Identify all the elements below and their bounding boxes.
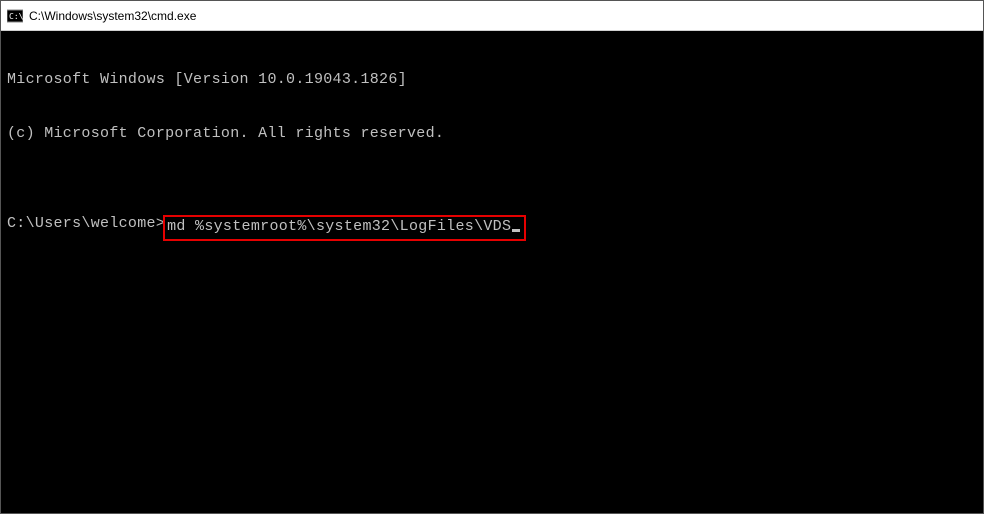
command-highlight: md %systemroot%\system32\LogFiles\VDS [163, 215, 526, 241]
copyright-line: (c) Microsoft Corporation. All rights re… [7, 125, 977, 143]
terminal-area[interactable]: Microsoft Windows [Version 10.0.19043.18… [1, 31, 983, 513]
titlebar-text: C:\Windows\system32\cmd.exe [29, 9, 196, 23]
version-line: Microsoft Windows [Version 10.0.19043.18… [7, 71, 977, 89]
svg-text:C:\: C:\ [9, 12, 23, 21]
cursor [512, 229, 520, 232]
titlebar[interactable]: C:\ C:\Windows\system32\cmd.exe [1, 1, 983, 31]
prompt-line: C:\Users\welcome>md %systemroot%\system3… [7, 215, 977, 241]
cmd-window: C:\ C:\Windows\system32\cmd.exe Microsof… [0, 0, 984, 514]
cmd-icon: C:\ [7, 8, 23, 24]
prompt-text: C:\Users\welcome> [7, 215, 165, 233]
command-text: md %systemroot%\system32\LogFiles\VDS [167, 218, 511, 235]
